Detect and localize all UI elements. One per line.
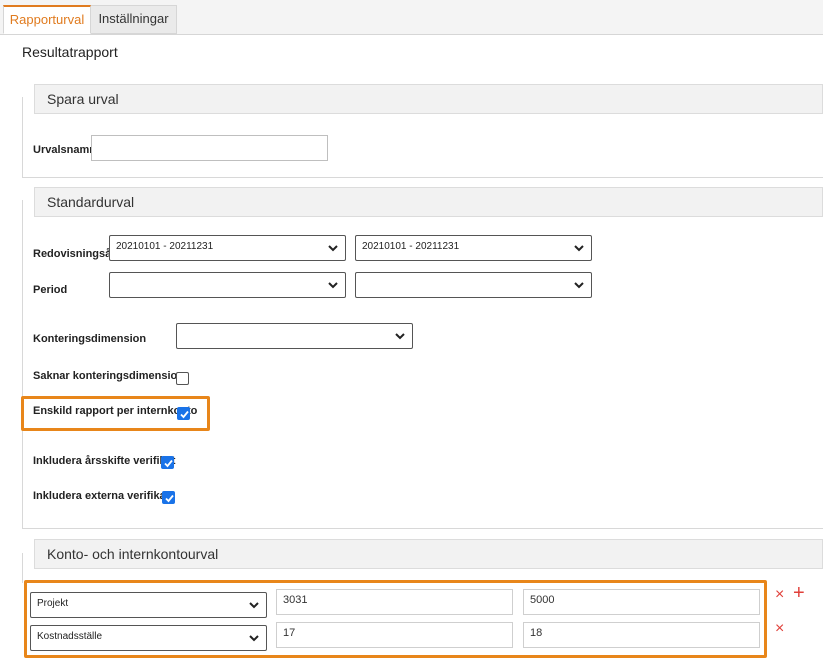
saknar-konteringsdimension-checkbox[interactable] [176,372,189,385]
chevron-down-icon [574,245,584,252]
fieldset-border [22,97,23,177]
enskild-rapport-checkbox[interactable] [177,407,190,420]
section-legend-konto: Konto- och internkontourval [34,539,823,569]
konto-row-to-input[interactable]: 18 [523,622,760,648]
fieldset-border [22,553,23,583]
konto-row-type-value: Projekt [37,598,69,609]
page-title: Resultatrapport [22,44,118,60]
konteringsdimension-select[interactable] [176,323,413,349]
chevron-down-icon [249,635,259,642]
chevron-down-icon [249,602,259,609]
add-row-icon[interactable]: + [793,583,805,603]
fieldset-border [22,200,23,528]
fieldset-border [22,528,823,529]
konteringsdimension-label: Konteringsdimension [33,333,147,345]
tab-bar: Rapporturval Inställningar [0,0,823,35]
konto-row-type-value: Kostnadsställe [37,631,103,642]
urvalsnamn-label: Urvalsnamn [33,144,96,156]
redovisningsar-label: Redovisningsår [33,248,116,260]
saknar-konteringsdimension-label: Saknar konteringsdimension [33,370,184,382]
redovisningsar-to-value: 20210101 - 20211231 [362,241,460,252]
redovisningsar-from-value: 20210101 - 20211231 [116,241,214,252]
urvalsnamn-input[interactable] [91,135,328,161]
konto-row-type-select[interactable]: Projekt [30,592,267,618]
konto-row-to-input[interactable]: 5000 [523,589,760,615]
redovisningsar-to-select[interactable]: 20210101 - 20211231 [355,235,592,261]
chevron-down-icon [395,333,405,340]
check-icon [180,410,189,419]
check-icon [164,459,173,468]
enskild-rapport-label: Enskild rapport per internkonto [33,405,198,417]
tab-installningar[interactable]: Inställningar [91,5,177,34]
chevron-down-icon [328,282,338,289]
chevron-down-icon [574,282,584,289]
fieldset-border [22,177,823,178]
period-from-select[interactable] [109,272,346,298]
konto-row-from-input[interactable]: 3031 [276,589,513,615]
inkludera-externa-label: Inkludera externa verifikat [33,490,170,502]
section-legend-spara-urval: Spara urval [34,84,823,114]
remove-row-icon[interactable]: × [775,587,784,603]
chevron-down-icon [328,245,338,252]
section-legend-standardurval: Standardurval [34,187,823,217]
period-to-select[interactable] [355,272,592,298]
inkludera-externa-checkbox[interactable] [162,491,175,504]
period-label: Period [33,284,68,296]
check-icon [165,494,174,503]
konto-row-type-select[interactable]: Kostnadsställe [30,625,267,651]
inkludera-arsskifte-label: Inkludera årsskifte verifikat [33,455,176,467]
redovisningsar-from-select[interactable]: 20210101 - 20211231 [109,235,346,261]
konto-row-from-input[interactable]: 17 [276,622,513,648]
tab-rapporturval[interactable]: Rapporturval [3,5,91,34]
remove-row-icon[interactable]: × [775,621,784,637]
inkludera-arsskifte-checkbox[interactable] [161,456,174,469]
